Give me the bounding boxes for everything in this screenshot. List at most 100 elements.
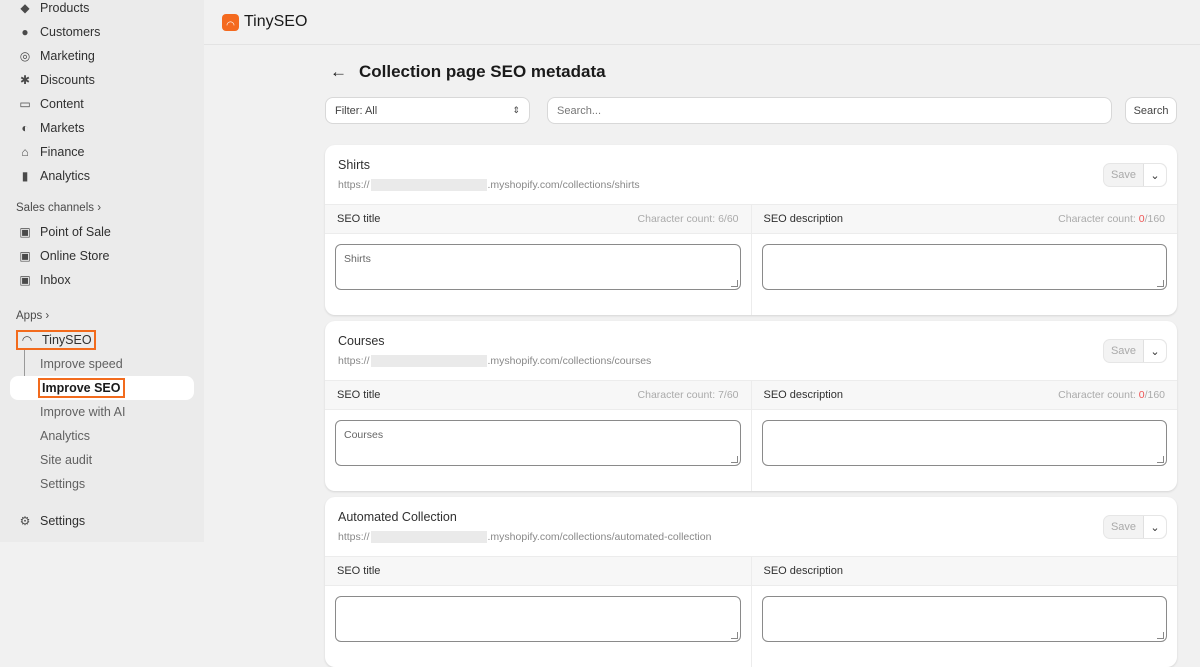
nav-label: Improve with AI [40,405,126,419]
sidebar-item-settings[interactable]: ⚙ Settings [10,509,194,533]
apps-label: Apps [16,310,43,322]
sidebar-item-analytics[interactable]: ▮ Analytics [10,164,194,188]
nav-label: Discounts [40,73,95,87]
seo-description-input[interactable] [761,244,1167,290]
collection-card: Automated Collection https:// .myshopify.… [325,497,1177,667]
char-count-label: Character count: [1058,213,1139,225]
char-count-value: 7/60 [718,389,739,401]
sidebar-item-customers[interactable]: ● Customers [10,20,194,44]
nav-label: Products [40,1,90,15]
sales-channels-label: Sales channels [16,202,94,214]
save-button[interactable]: Save [1104,164,1144,186]
seo-title-input[interactable] [335,596,741,642]
redacted-store-name [370,179,487,191]
description-char-count: Character count: 0/160 [1058,213,1165,225]
seo-description-input[interactable] [761,596,1167,642]
save-button-group: Save ⌄ [1103,339,1167,363]
sidebar: ◆ Products ● Customers ◎ Marketing ✱ Discounts ▭… [0,0,204,542]
filter-select[interactable]: Filter: All ⇕ [325,97,530,124]
collection-url: https:// .myshopify.com/collections/autom… [338,531,711,543]
store-icon: ▣ [19,249,31,263]
sidebar-channel-0[interactable]: ▣ Point of Sale [10,220,194,244]
sidebar-channel-2[interactable]: ▣ Inbox [10,268,194,292]
sidebar-app-item-0[interactable]: Improve speed [10,352,194,376]
sidebar-item-products[interactable]: ◆ Products [10,0,194,20]
seo-description-label: SEO description [763,389,843,401]
nav-label: Inbox [40,273,71,287]
nav-label: Settings [40,477,86,491]
char-count-label: Character count: [637,389,719,401]
url-prefix: https:// [338,355,370,367]
url-suffix: .myshopify.com/collections/shirts [487,179,640,191]
chevron-down-icon[interactable]: ⌄ [1144,164,1166,186]
save-button[interactable]: Save [1104,340,1144,362]
seo-title-label: SEO title [337,565,381,577]
sales-channels-heading[interactable]: Sales channels › [16,202,101,214]
target-icon: ◎ [19,49,31,63]
nav-label: Settings [40,514,86,528]
collection-card: Shirts https:// .myshopify.com/collection… [325,145,1177,315]
char-count-max: /160 [1144,213,1165,225]
bank-icon: ⌂ [21,145,29,159]
sidebar-item-finance[interactable]: ⌂ Finance [10,140,194,164]
nav-label: Improve speed [40,357,123,371]
seo-description-input[interactable] [761,420,1167,466]
collection-url: https:// .myshopify.com/collections/cours… [338,355,651,367]
sidebar-app-item-4[interactable]: Site audit [10,448,194,472]
apps-heading[interactable]: Apps › [16,310,49,322]
tinyseo-logo-icon: ◠ [222,13,239,31]
collection-name: Automated Collection [338,510,457,524]
sidebar-item-marketing[interactable]: ◎ Marketing [10,44,194,68]
nav-label: Customers [40,25,101,39]
title-char-count: Character count: 6/60 [638,213,739,225]
chevron-down-icon[interactable]: ⌄ [1144,516,1166,538]
nav-label: Analytics [40,169,91,183]
nav-label: Finance [40,145,85,159]
sidebar-channel-1[interactable]: ▣ Online Store [10,244,194,268]
pos-icon: ▣ [19,225,31,239]
save-button[interactable]: Save [1104,516,1144,538]
nav-label: Content [40,97,84,111]
tinyseo-icon: ◠ [21,333,33,347]
nav-label: TinySEO [42,333,92,347]
sidebar-item-discounts[interactable]: ✱ Discounts [10,68,194,92]
search-input[interactable]: Search... [547,97,1112,124]
chevron-down-icon[interactable]: ⌄ [1144,340,1166,362]
seo-title-input[interactable]: Shirts [335,244,741,290]
sidebar-app-item-3[interactable]: Analytics [10,424,194,448]
redacted-store-name [370,531,487,543]
nav-label: Analytics [40,429,91,443]
sidebar-app-item-2[interactable]: Improve with AI [10,400,194,424]
back-arrow-icon[interactable]: ← [330,62,347,82]
person-icon: ● [21,25,29,39]
content-icon: ▭ [19,97,31,111]
bar-chart-icon: ▮ [21,169,29,183]
filter-value: Filter: All [335,104,378,117]
sidebar-app-item-5[interactable]: Settings [10,472,194,496]
nav-label: Markets [40,121,85,135]
seo-title-label: SEO title [337,389,381,401]
app-header: ◠ TinySEO [204,0,1200,45]
sidebar-app-tinyseo[interactable]: ◠ TinySEO [10,328,194,352]
chevron-right-icon: › [45,310,50,322]
search-button-label: Search [1133,104,1169,117]
url-prefix: https:// [338,179,370,191]
char-count-label: Character count: [637,213,719,225]
search-button[interactable]: Search [1125,97,1177,124]
sidebar-item-markets[interactable]: ◐ Markets [10,116,194,140]
collection-name: Shirts [338,158,370,172]
char-count-value: 6/60 [718,213,739,225]
redacted-store-name [370,355,487,367]
seo-title-input[interactable]: Courses [335,420,741,466]
tag-icon: ◆ [20,1,30,15]
nav-label: Point of Sale [40,225,111,239]
discount-icon: ✱ [19,73,31,87]
search-placeholder: Search... [557,104,602,117]
nav-label: Marketing [40,49,95,63]
url-suffix: .myshopify.com/collections/courses [487,355,652,367]
url-prefix: https:// [338,531,370,543]
save-button-group: Save ⌄ [1103,163,1167,187]
sidebar-app-item-1[interactable]: Improve SEO [10,376,194,400]
sidebar-item-content[interactable]: ▭ Content [10,92,194,116]
nav-label: Improve SEO [38,378,125,398]
